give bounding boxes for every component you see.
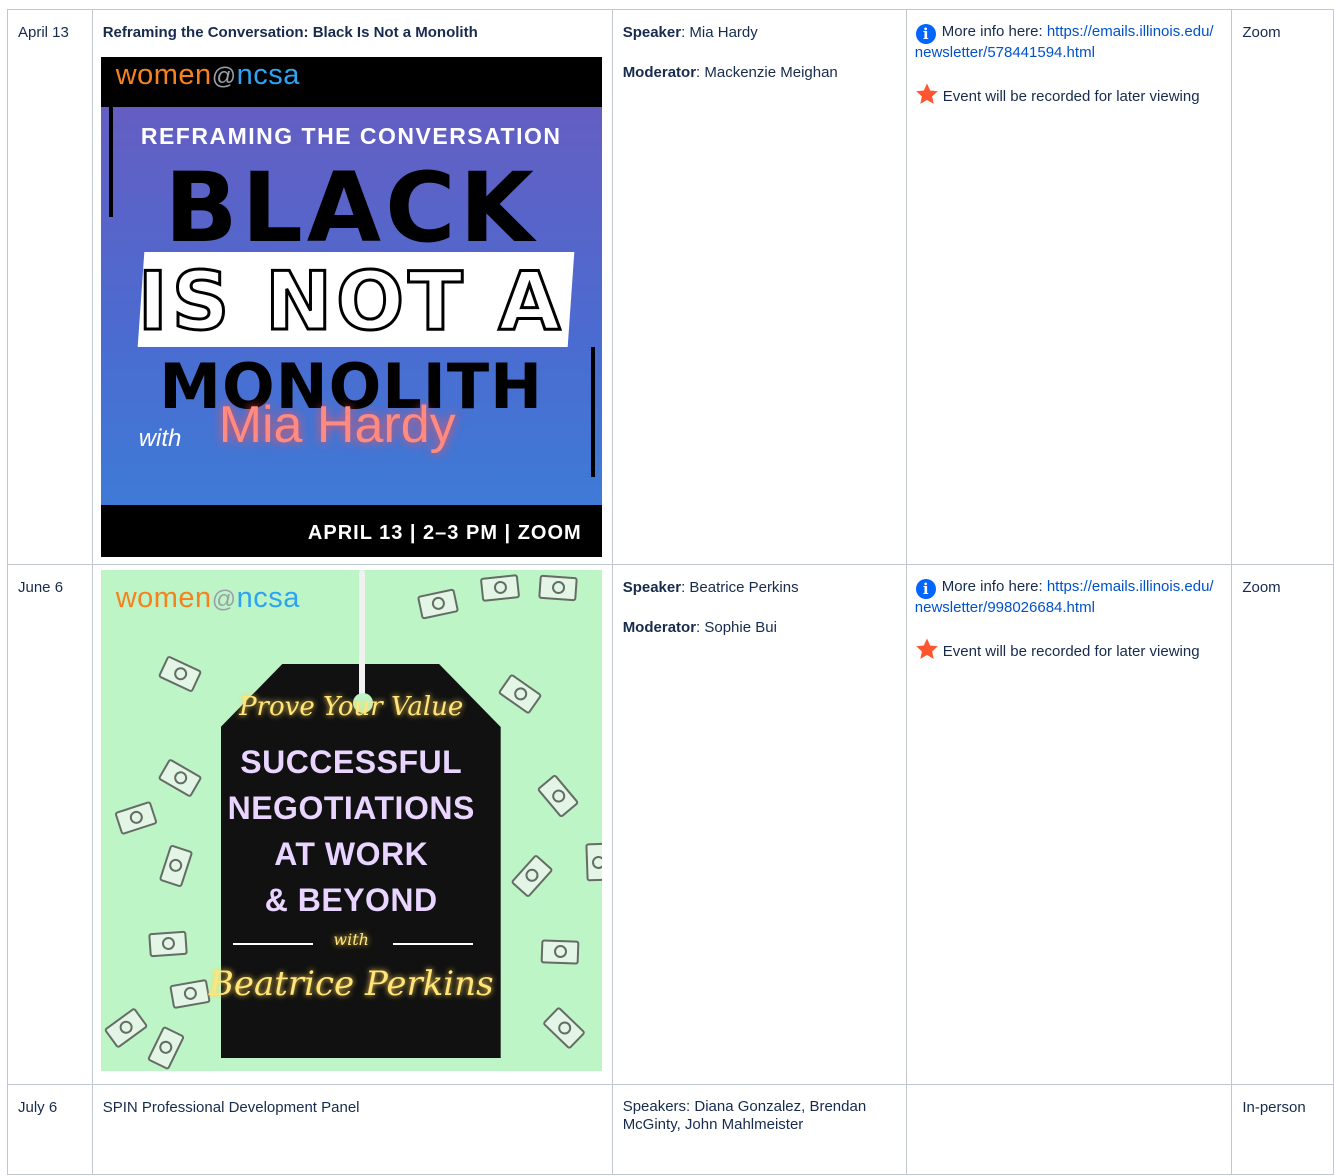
banner-line-4: & BEYOND [264,882,438,918]
info-icon: i [915,579,936,599]
table-row: June 6 women@ncsa Prove Your Value SUCCE… [7,564,1334,1085]
recorded-note: Event will be recorded for later viewing [915,82,1222,106]
speaker-line: Speaker: Beatrice Perkins [622,579,799,596]
speakers-line: Speakers: Diana Gonzalez, Brendan McGint… [622,1098,867,1133]
money-icon [146,1025,185,1071]
tag-string [358,570,365,698]
event-cell: Reframing the Conversation: Black Is Not… [91,9,613,565]
event-date: June 6 [18,579,64,596]
banner-line-3: IS NOT A [136,255,565,348]
banner-with: with [333,930,369,949]
moderator-line: Moderator: Mackenzie Meighan [622,64,838,81]
banner-line-3: AT WORK [274,836,429,872]
money-icon [541,1006,586,1050]
table-row: April 13 Reframing the Conversation: Bla… [7,9,1334,565]
money-icon [157,655,202,693]
info-line: i More info here: https://emails.illinois… [914,23,1214,61]
star-icon [915,638,938,659]
moderator-line: Moderator: Sophie Bui [622,619,777,636]
speaker-cell: Speaker: Beatrice Perkins Moderator: Sop… [611,564,907,1085]
table-row: July 6 SPIN Professional Development Pan… [7,1084,1334,1175]
banner-line-2: NEGOTIATIONS [227,790,475,826]
money-icon [537,574,578,602]
banner-line-2: BLACK [164,152,538,264]
event-cell: women@ncsa Prove Your Value SUCCESSFUL N… [91,564,613,1085]
banner-speaker-name: Beatrice Perkins [208,964,494,1004]
event-cell: SPIN Professional Development Panel [91,1084,613,1175]
info-cell [905,1084,1233,1175]
banner-line-1: SUCCESSFUL [240,744,463,780]
event-banner-image: women@ncsa REFRAMING THE CONVERSATION BL… [100,57,602,557]
speaker-cell: Speaker: Mia Hardy Moderator: Mackenzie … [611,9,907,565]
date-cell: April 13 [7,9,93,565]
event-location: Zoom [1242,579,1281,596]
women-at-ncsa-logo: women@ncsa [115,582,300,614]
location-cell: In-person [1231,1084,1334,1175]
banner-speaker-name: Mia Hardy [218,396,456,454]
star-icon [915,83,938,104]
info-cell: i More info here: https://emails.illinois… [905,564,1233,1085]
location-cell: Zoom [1231,564,1334,1085]
event-title: SPIN Professional Development Panel [102,1099,360,1116]
money-icon [103,1007,149,1049]
info-icon: i [915,24,936,44]
event-location: Zoom [1242,24,1281,41]
events-table: April 13 Reframing the Conversation: Bla… [7,9,1334,1175]
event-title: Reframing the Conversation: Black Is Not… [102,24,478,41]
money-icon [479,574,520,602]
banner-with: with [138,425,182,452]
date-cell: July 6 [7,1084,93,1175]
date-cell: June 6 [7,564,93,1085]
recorded-note: Event will be recorded for later viewing [915,637,1222,661]
event-date: July 6 [18,1099,58,1116]
speaker-cell: Speakers: Diana Gonzalez, Brendan McGint… [611,1084,907,1175]
location-cell: Zoom [1231,9,1334,565]
event-banner-image: women@ncsa Prove Your Value SUCCESSFUL N… [100,570,602,1071]
banner-line-1: REFRAMING THE CONVERSATION [140,123,562,149]
speaker-line: Speaker: Mia Hardy [622,24,758,41]
women-at-ncsa-logo: women@ncsa [115,59,300,91]
info-cell: i More info here: https://emails.illinois… [905,9,1233,565]
event-date: April 13 [18,24,69,41]
money-icon [416,588,459,620]
banner-script-1: Prove Your Value [239,692,464,722]
info-line: i More info here: https://emails.illinois… [914,578,1214,616]
banner-date-line: APRIL 13 | 2–3 PM | ZOOM [307,522,582,544]
event-location: In-person [1242,1099,1306,1116]
